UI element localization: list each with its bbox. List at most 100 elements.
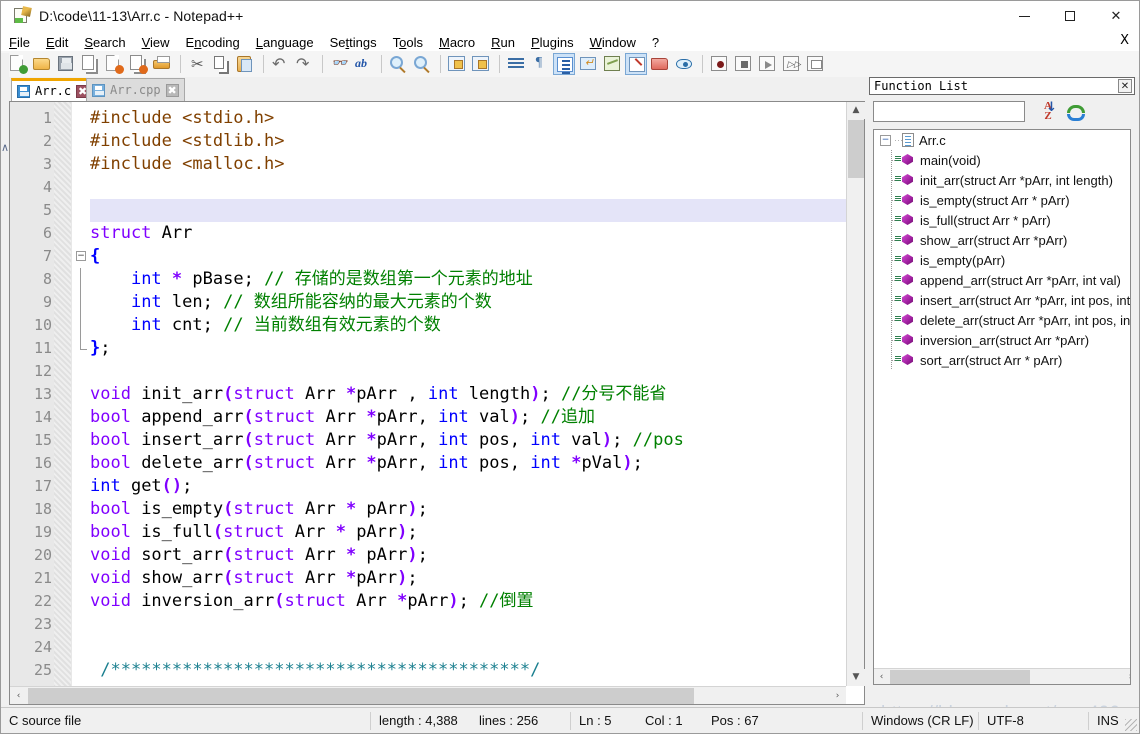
function-list-item[interactable]: init_arr(struct Arr *pArr, int length) [874, 170, 1130, 190]
paste-icon[interactable] [234, 53, 256, 75]
copy-icon[interactable] [210, 53, 232, 75]
code-line[interactable]: }; [90, 337, 846, 360]
menu-window[interactable]: Window [582, 34, 644, 51]
function-list-close-icon[interactable]: ✕ [1118, 79, 1132, 93]
code-line[interactable]: /***************************************… [90, 659, 846, 682]
sync-horizontal-icon[interactable] [470, 53, 492, 75]
redo-icon[interactable]: ↷ [293, 53, 315, 75]
menu-view[interactable]: View [134, 34, 178, 51]
tab-arr-c[interactable]: Arr.c ✖ [11, 78, 96, 101]
indent-guide-icon[interactable] [553, 53, 575, 75]
function-list-item[interactable]: is_empty(pArr) [874, 250, 1130, 270]
menu-tools[interactable]: Tools [385, 34, 431, 51]
menu-language[interactable]: Language [248, 34, 322, 51]
menu-run[interactable]: Run [483, 34, 523, 51]
close-button[interactable]: ✕ [1093, 1, 1139, 31]
code-line[interactable]: int cnt; // 当前数组有效元素的个数 [90, 314, 846, 337]
code-text-area[interactable]: #include <stdio.h> #include <stdlib.h> #in… [90, 102, 846, 686]
code-line[interactable]: bool delete_arr(struct Arr *pArr, int po… [90, 452, 846, 475]
resize-grip[interactable] [1125, 719, 1137, 731]
code-line[interactable]: int * pBase; // 存储的是数组第一个元素的地址 [90, 268, 846, 291]
word-wrap-icon[interactable] [505, 53, 527, 75]
function-list-item[interactable]: main(void) [874, 150, 1130, 170]
reload-icon[interactable] [1067, 102, 1087, 121]
save-all-icon[interactable] [79, 53, 101, 75]
record-macro-icon[interactable] [708, 53, 730, 75]
function-list-item[interactable]: inversion_arr(struct Arr *pArr) [874, 330, 1130, 350]
code-line[interactable]: #include <malloc.h> [90, 153, 846, 176]
sync-vertical-icon[interactable] [446, 53, 468, 75]
code-line[interactable]: bool is_full(struct Arr * pArr); [90, 521, 846, 544]
code-line[interactable] [90, 199, 846, 222]
code-line[interactable]: #include <stdio.h> [90, 107, 846, 130]
code-line[interactable] [90, 613, 846, 636]
code-line[interactable]: bool append_arr(struct Arr *pArr, int va… [90, 406, 846, 429]
scroll-right-icon[interactable]: › [1123, 669, 1130, 684]
play-macro-icon[interactable] [756, 53, 778, 75]
menu-plugins[interactable]: Plugins [523, 34, 582, 51]
close-all-icon[interactable] [127, 53, 149, 75]
function-list-icon[interactable] [625, 53, 647, 75]
new-file-icon[interactable] [7, 53, 29, 75]
tab-arr-cpp[interactable]: Arr.cpp ✖ [86, 78, 185, 101]
zoom-in-icon[interactable] [387, 53, 409, 75]
save-macro-icon[interactable] [804, 53, 826, 75]
function-list-item[interactable]: sort_arr(struct Arr * pArr) [874, 350, 1130, 370]
code-line[interactable]: int len; // 数组所能容纳的最大元素的个数 [90, 291, 846, 314]
scroll-down-icon[interactable]: ▼ [847, 669, 865, 686]
minimize-button[interactable] [1001, 1, 1047, 31]
fold-collapse-icon[interactable]: − [76, 251, 86, 261]
function-list-item[interactable]: delete_arr(struct Arr *pArr, int pos, in… [874, 310, 1130, 330]
close-document-button[interactable]: X [1120, 33, 1129, 48]
maximize-button[interactable] [1047, 1, 1093, 31]
function-list-item[interactable]: is_full(struct Arr * pArr) [874, 210, 1130, 230]
code-line[interactable]: { [90, 245, 846, 268]
horizontal-scroll-thumb[interactable] [890, 670, 1030, 684]
code-line[interactable]: void sort_arr(struct Arr * pArr); [90, 544, 846, 567]
code-line[interactable]: struct Arr [90, 222, 846, 245]
code-line[interactable] [90, 360, 846, 383]
horizontal-scroll-thumb[interactable] [28, 688, 694, 704]
menu-help[interactable]: ? [644, 34, 667, 51]
document-map-icon[interactable] [601, 53, 623, 75]
code-line[interactable] [90, 636, 846, 659]
code-line[interactable]: bool is_empty(struct Arr * pArr); [90, 498, 846, 521]
tab-close-icon[interactable]: ✖ [165, 83, 179, 97]
save-icon[interactable] [55, 53, 77, 75]
scroll-right-icon[interactable]: › [829, 687, 846, 705]
code-folding-column[interactable]: − [72, 102, 90, 704]
find-icon[interactable]: 👓 [328, 53, 350, 75]
editor-vertical-scrollbar[interactable]: ▲ ▼ [846, 102, 865, 686]
menu-edit[interactable]: Edit [38, 34, 76, 51]
replace-icon[interactable]: ab [352, 53, 374, 75]
code-line[interactable]: void show_arr(struct Arr *pArr); [90, 567, 846, 590]
function-list-item[interactable]: insert_arr(struct Arr *pArr, int pos, in… [874, 290, 1130, 310]
scroll-left-icon[interactable]: ‹ [10, 687, 27, 705]
editor-horizontal-scrollbar[interactable]: ‹ › [10, 686, 846, 704]
code-line[interactable]: #include <stdlib.h> [90, 130, 846, 153]
undo-icon[interactable]: ↶ [269, 53, 291, 75]
print-icon[interactable] [151, 53, 173, 75]
menu-macro[interactable]: Macro [431, 34, 483, 51]
show-all-chars-icon[interactable]: ¶ [529, 53, 551, 75]
close-file-icon[interactable] [103, 53, 125, 75]
code-line[interactable]: void init_arr(struct Arr *pArr , int len… [90, 383, 846, 406]
sort-az-icon[interactable]: A Z ↓ [1037, 101, 1059, 122]
function-list-tree[interactable]: − ⋯ Arr.c main(void) init_arr(struct Arr … [873, 129, 1131, 685]
stop-record-icon[interactable] [732, 53, 754, 75]
function-list-search-input[interactable] [873, 101, 1025, 122]
run-macro-multiple-icon[interactable]: ▷▷ [780, 53, 802, 75]
scroll-up-icon[interactable]: ▲ [847, 102, 865, 119]
tree-root-node[interactable]: − ⋯ Arr.c [874, 130, 1130, 150]
code-line[interactable]: bool insert_arr(struct Arr *pArr, int po… [90, 429, 846, 452]
open-file-icon[interactable] [31, 53, 53, 75]
code-line[interactable]: int get(); [90, 475, 846, 498]
function-list-item[interactable]: is_empty(struct Arr * pArr) [874, 190, 1130, 210]
code-editor[interactable]: 1 2 3 4 5 6 7 8 9 10 11 12 13 14 15 16 17 18 19 20 21 22 23 24 2… [9, 101, 865, 705]
user-defined-lang-icon[interactable] [577, 53, 599, 75]
function-list-item[interactable]: show_arr(struct Arr *pArr) [874, 230, 1130, 250]
collapse-icon[interactable]: − [880, 134, 891, 146]
function-list-horizontal-scrollbar[interactable]: ‹ › [874, 668, 1130, 684]
menu-file[interactable]: File [1, 34, 38, 51]
function-list-item[interactable]: append_arr(struct Arr *pArr, int val) [874, 270, 1130, 290]
